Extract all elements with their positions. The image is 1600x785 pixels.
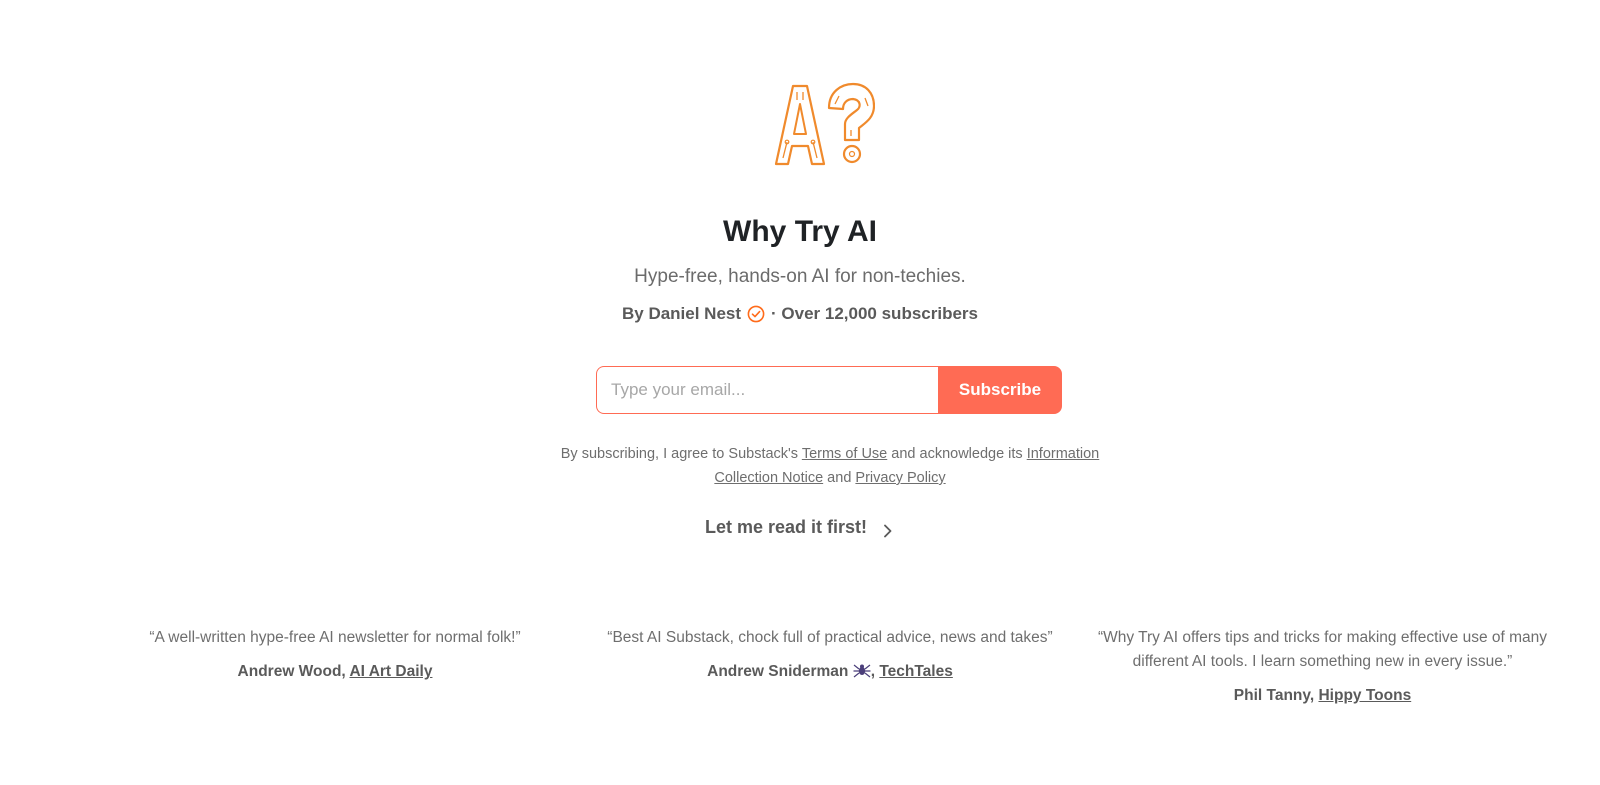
testimonial: “Why Try AI offers tips and tricks for m… xyxy=(1085,626,1560,708)
byline-subscribers: · Over 12,000 subscribers xyxy=(771,304,978,323)
testimonial: “Best AI Substack, chock full of practic… xyxy=(570,626,1090,684)
read-first-label: Let me read it first! xyxy=(704,517,868,537)
email-field[interactable] xyxy=(596,366,938,414)
legal-text-3: and xyxy=(823,470,856,486)
legal-text-1: By subscribing, I agree to Substack's xyxy=(560,446,802,462)
testimonial-publication-link[interactable]: AI Art Daily xyxy=(349,663,432,680)
privacy-policy-link[interactable]: Privacy Policy xyxy=(855,470,945,486)
testimonial: “A well-written hype-free AI newsletter … xyxy=(100,626,570,684)
testimonial-author: Phil Tanny, Hippy Toons xyxy=(1085,684,1560,708)
ai-question-mark-logo-icon xyxy=(773,82,875,168)
legal-notice: By subscribing, I agree to Substack's Te… xyxy=(560,442,1100,490)
subscribe-button[interactable]: Subscribe xyxy=(938,366,1062,414)
byline-author[interactable]: By Daniel Nest xyxy=(622,302,741,326)
testimonial-publication-link[interactable]: Hippy Toons xyxy=(1318,687,1411,704)
chevron-right-icon xyxy=(881,520,895,538)
testimonial-author: Andrew Wood, AI Art Daily xyxy=(100,660,570,684)
publication-tagline: Hype-free, hands-on AI for non-techies. xyxy=(634,266,966,287)
subscribe-form: Subscribe xyxy=(596,366,1062,414)
testimonial-author: Andrew Sniderman , TechTales xyxy=(570,660,1090,684)
landing-page: Why Try AI Hype-free, hands-on AI for no… xyxy=(0,0,1600,785)
read-first-button[interactable]: Let me read it first! xyxy=(0,515,1600,539)
testimonial-quote: “Best AI Substack, chock full of practic… xyxy=(607,629,1053,646)
verified-check-icon xyxy=(747,305,765,323)
spider-emoji-icon xyxy=(853,661,871,679)
testimonial-publication-link[interactable]: TechTales xyxy=(879,663,953,680)
byline: By Daniel Nest · Over 12,000 subscribers xyxy=(0,302,1600,326)
testimonial-quote: “Why Try AI offers tips and tricks for m… xyxy=(1097,629,1548,670)
terms-of-use-link[interactable]: Terms of Use xyxy=(802,446,887,462)
testimonial-author-name: Andrew Sniderman xyxy=(707,663,849,680)
publication-title: Why Try AI xyxy=(723,215,877,248)
testimonial-quote: “A well-written hype-free AI newsletter … xyxy=(149,629,521,646)
legal-text-2: and acknowledge its xyxy=(887,446,1027,462)
testimonial-author-name: Phil Tanny, xyxy=(1233,687,1319,704)
testimonial-author-name: Andrew Wood, xyxy=(237,663,350,680)
